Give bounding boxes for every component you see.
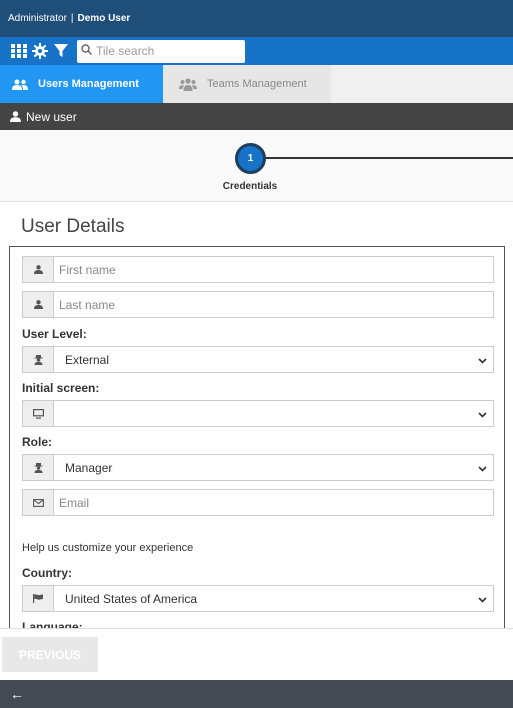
teams-icon	[179, 77, 197, 91]
envelope-icon	[23, 490, 54, 515]
role-label: Role:	[22, 435, 52, 449]
gear-icon[interactable]	[31, 42, 49, 60]
flag-icon	[23, 586, 54, 611]
page-title: New user	[26, 109, 77, 124]
tab-bar: Users Management Teams Management	[0, 65, 513, 103]
user-details-form: User Level: External Initial screen: Rol…	[9, 246, 505, 628]
users-icon	[12, 79, 28, 90]
step-number[interactable]: 1	[235, 143, 266, 174]
help-text: Help us customize your experience	[22, 542, 194, 554]
step-label: Credentials	[222, 181, 278, 192]
user-secret-icon	[23, 347, 54, 372]
first-name-field	[22, 256, 494, 283]
email-input[interactable]	[54, 490, 493, 515]
user-secret-icon	[23, 455, 54, 480]
role-select[interactable]: Manager	[22, 454, 494, 481]
user-level-value: External	[65, 352, 110, 367]
header-separator: |	[70, 13, 74, 24]
search-icon	[81, 44, 92, 58]
last-name-input[interactable]	[54, 292, 493, 317]
chevron-down-icon	[478, 461, 487, 475]
tile-search[interactable]	[77, 39, 245, 63]
initial-screen-label: Initial screen:	[22, 381, 100, 395]
back-arrow-icon[interactable]: ←	[10, 686, 24, 702]
initial-screen-select[interactable]	[22, 400, 494, 427]
role-value: Manager	[65, 460, 113, 475]
wizard-stepper: 1 Credentials	[0, 130, 513, 202]
search-input[interactable]	[96, 44, 236, 58]
last-name-field	[22, 291, 494, 318]
chevron-down-icon	[478, 353, 487, 367]
footer-bar: ←	[0, 680, 513, 708]
chevron-down-icon	[478, 592, 487, 606]
user-role: Administrator	[8, 13, 67, 24]
country-value: United States of America	[65, 591, 198, 606]
tab-label: Users Management	[38, 78, 139, 90]
top-header: Administrator | Demo User	[0, 0, 513, 37]
country-select[interactable]: United States of America	[22, 585, 494, 612]
desktop-icon	[23, 401, 54, 426]
section-title: User Details	[21, 216, 125, 237]
chevron-down-icon	[478, 407, 487, 421]
language-label: Language:	[22, 620, 83, 628]
filter-icon[interactable]	[52, 42, 70, 60]
tab-label: Teams Management	[207, 78, 307, 90]
grid-icon[interactable]	[10, 42, 28, 60]
previous-button[interactable]: PREVIOUS	[2, 637, 98, 672]
country-label: Country:	[22, 566, 72, 580]
first-name-input[interactable]	[54, 257, 493, 282]
email-field	[22, 489, 494, 516]
user-icon	[10, 111, 21, 122]
step-connector	[266, 157, 513, 159]
tab-teams-management[interactable]: Teams Management	[163, 65, 331, 103]
tab-users-management[interactable]: Users Management	[0, 65, 163, 103]
user-icon	[23, 292, 54, 317]
user-name[interactable]: Demo User	[78, 13, 131, 24]
user-level-label: User Level:	[22, 327, 87, 341]
user-level-select[interactable]: External	[22, 346, 494, 373]
page-subheader: New user	[0, 103, 513, 130]
user-icon	[23, 257, 54, 282]
wizard-actions: PREVIOUS	[0, 628, 513, 680]
toolbar	[0, 37, 513, 65]
